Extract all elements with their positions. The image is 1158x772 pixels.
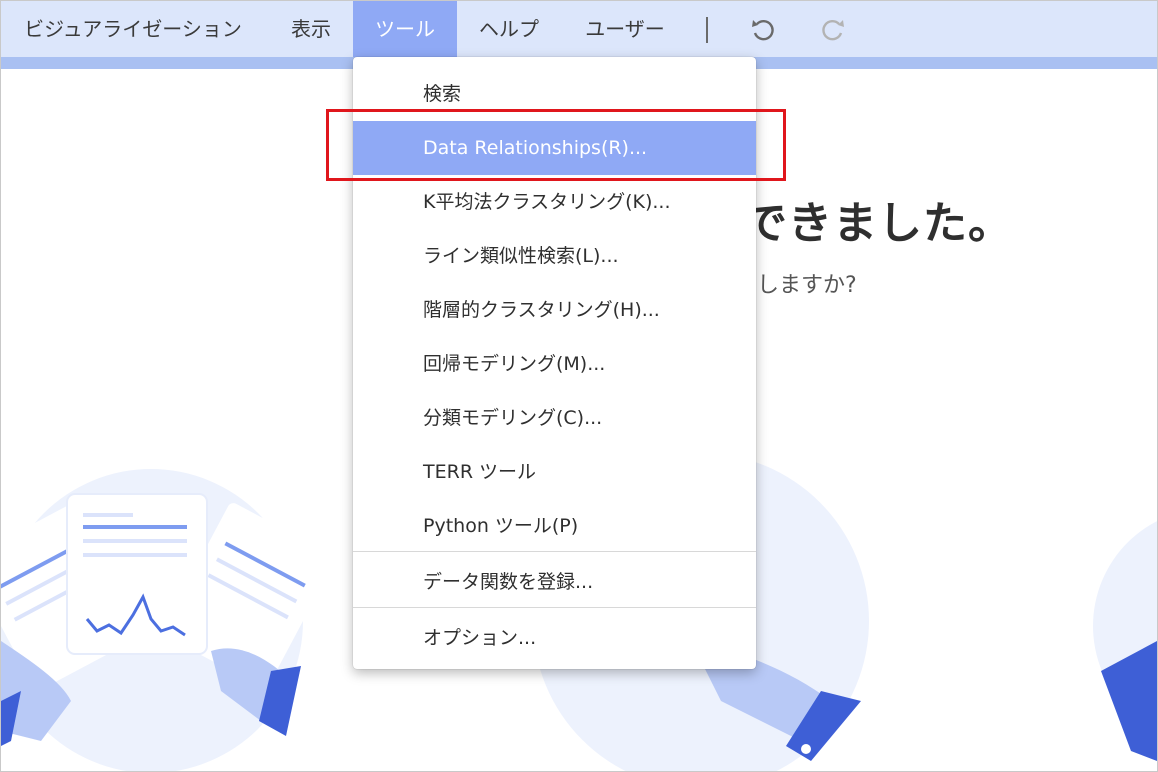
menubar: ビジュアライゼーション 表示 ツール ヘルプ ユーザー [1, 1, 1157, 57]
menu-separator [353, 551, 756, 552]
menu-item-regression-modeling[interactable]: 回帰モデリング(M)... [353, 337, 756, 391]
menu-help[interactable]: ヘルプ [463, 1, 555, 57]
menu-separator [353, 607, 756, 608]
menu-view[interactable]: 表示 [273, 1, 349, 57]
undo-icon[interactable] [749, 15, 777, 43]
menu-user[interactable]: ユーザー [569, 1, 681, 57]
menu-tools[interactable]: ツール [353, 1, 457, 57]
menu-item-line-similarity[interactable]: ライン類似性検索(L)... [353, 229, 756, 283]
highlight-callout-box [326, 109, 786, 181]
app-window: できました。 しますか? ビジュアライゼーション 表示 ツール ヘルプ ユーザー… [0, 0, 1158, 772]
document-center [66, 493, 208, 655]
redo-icon[interactable] [819, 15, 847, 43]
menu-item-python-tools[interactable]: Python ツール(P) [353, 499, 756, 553]
hero-title: できました。 [743, 198, 1013, 249]
hero-subtitle: しますか? [757, 273, 857, 298]
menu-item-terr-tools[interactable]: TERR ツール [353, 445, 756, 499]
menubar-divider [706, 17, 708, 43]
menu-item-kmeans-clustering[interactable]: K平均法クラスタリング(K)... [353, 175, 756, 229]
menu-item-hierarchical-clustering[interactable]: 階層的クラスタリング(H)... [353, 283, 756, 337]
menu-visualization[interactable]: ビジュアライゼーション [5, 1, 261, 57]
menu-item-classification-modeling[interactable]: 分類モデリング(C)... [353, 391, 756, 445]
menu-item-options[interactable]: オプション... [353, 611, 756, 665]
menu-item-register-data-function[interactable]: データ関数を登録... [353, 555, 756, 609]
